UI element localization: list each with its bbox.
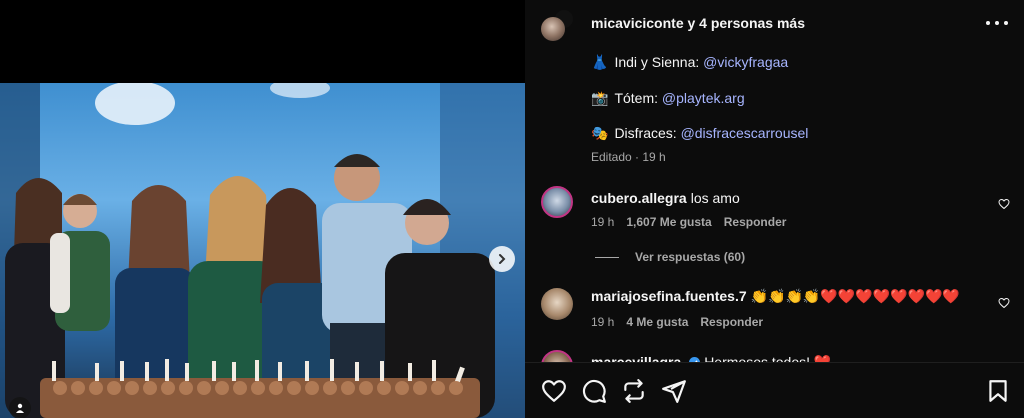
chevron-right-icon [499, 254, 506, 264]
commenter-avatar[interactable] [541, 288, 573, 320]
heart-icon[interactable] [541, 378, 567, 404]
comment-meta: 19 h 4 Me gusta Responder [591, 315, 763, 329]
post-media [0, 0, 525, 418]
reply-button[interactable]: Responder [724, 215, 787, 229]
user-tag-icon [16, 403, 24, 413]
comment-body: cubero.allegra los amo [591, 190, 740, 206]
party-photo-illustration [0, 83, 525, 418]
caption-line: 📸 Tótem: @playtek.arg [591, 90, 745, 107]
post-action-bar [525, 362, 1024, 418]
comment-meta: 19 h 1,607 Me gusta Responder [591, 215, 786, 229]
replies-divider [595, 257, 619, 259]
post-photo [0, 83, 525, 418]
comment-time: 19 h [591, 215, 615, 229]
mention-link[interactable]: @playtek.arg [662, 90, 745, 106]
edited-timestamp: Editado · 19 h [591, 150, 666, 164]
masks-emoji: 🎭 [591, 125, 609, 141]
post-author-title[interactable]: micaviciconte y 4 personas más [591, 15, 805, 31]
send-icon[interactable] [661, 378, 687, 404]
comment-likes[interactable]: 1,607 Me gusta [626, 215, 711, 229]
post-details-panel: micaviciconte y 4 personas más 👗 Indi y S… [525, 0, 1024, 418]
comment-username[interactable]: cubero.allegra [591, 190, 687, 206]
commenter-avatar[interactable] [541, 186, 573, 218]
view-replies-label: Ver respuestas (60) [635, 250, 746, 264]
comment-icon[interactable] [581, 378, 607, 404]
caption-text: Indi y Sienna: [614, 54, 704, 70]
mention-link[interactable]: @vickyfragaa [703, 54, 788, 70]
comment-time: 19 h [591, 315, 615, 329]
comment-text: los amo [690, 190, 740, 206]
camera-emoji: 📸 [591, 90, 609, 106]
author-avatar[interactable] [541, 17, 565, 41]
comment-likes[interactable]: 4 Me gusta [626, 315, 688, 329]
like-comment-heart-icon[interactable] [998, 198, 1010, 210]
bookmark-icon[interactable] [985, 378, 1011, 404]
dress-emoji: 👗 [591, 54, 609, 70]
like-comment-heart-icon[interactable] [998, 297, 1010, 309]
view-replies-button[interactable]: Ver respuestas (60) [595, 250, 745, 264]
mention-link[interactable]: @disfracescarrousel [681, 125, 809, 141]
caption-line: 🎭 Disfraces: @disfracescarrousel [591, 125, 808, 142]
caption-text: Tótem: [614, 90, 662, 106]
tagged-users-button[interactable] [9, 397, 31, 418]
comment-text: 👏👏👏👏❤️❤️❤️❤️❤️❤️❤️❤️ [750, 288, 960, 304]
caption-text: Disfraces: [614, 125, 681, 141]
more-options-button[interactable] [986, 14, 1008, 32]
reply-button[interactable]: Responder [700, 315, 763, 329]
post-header: micaviciconte y 4 personas más [525, 0, 1024, 46]
next-photo-button[interactable] [489, 246, 515, 272]
comment-body: mariajosefina.fuentes.7 👏👏👏👏❤️❤️❤️❤️❤️❤️❤… [591, 288, 960, 305]
more-horizontal-icon [986, 21, 990, 25]
comment-username[interactable]: mariajosefina.fuentes.7 [591, 288, 747, 304]
caption-line: 👗 Indi y Sienna: @vickyfragaa [591, 54, 788, 71]
repost-icon[interactable] [621, 378, 647, 404]
